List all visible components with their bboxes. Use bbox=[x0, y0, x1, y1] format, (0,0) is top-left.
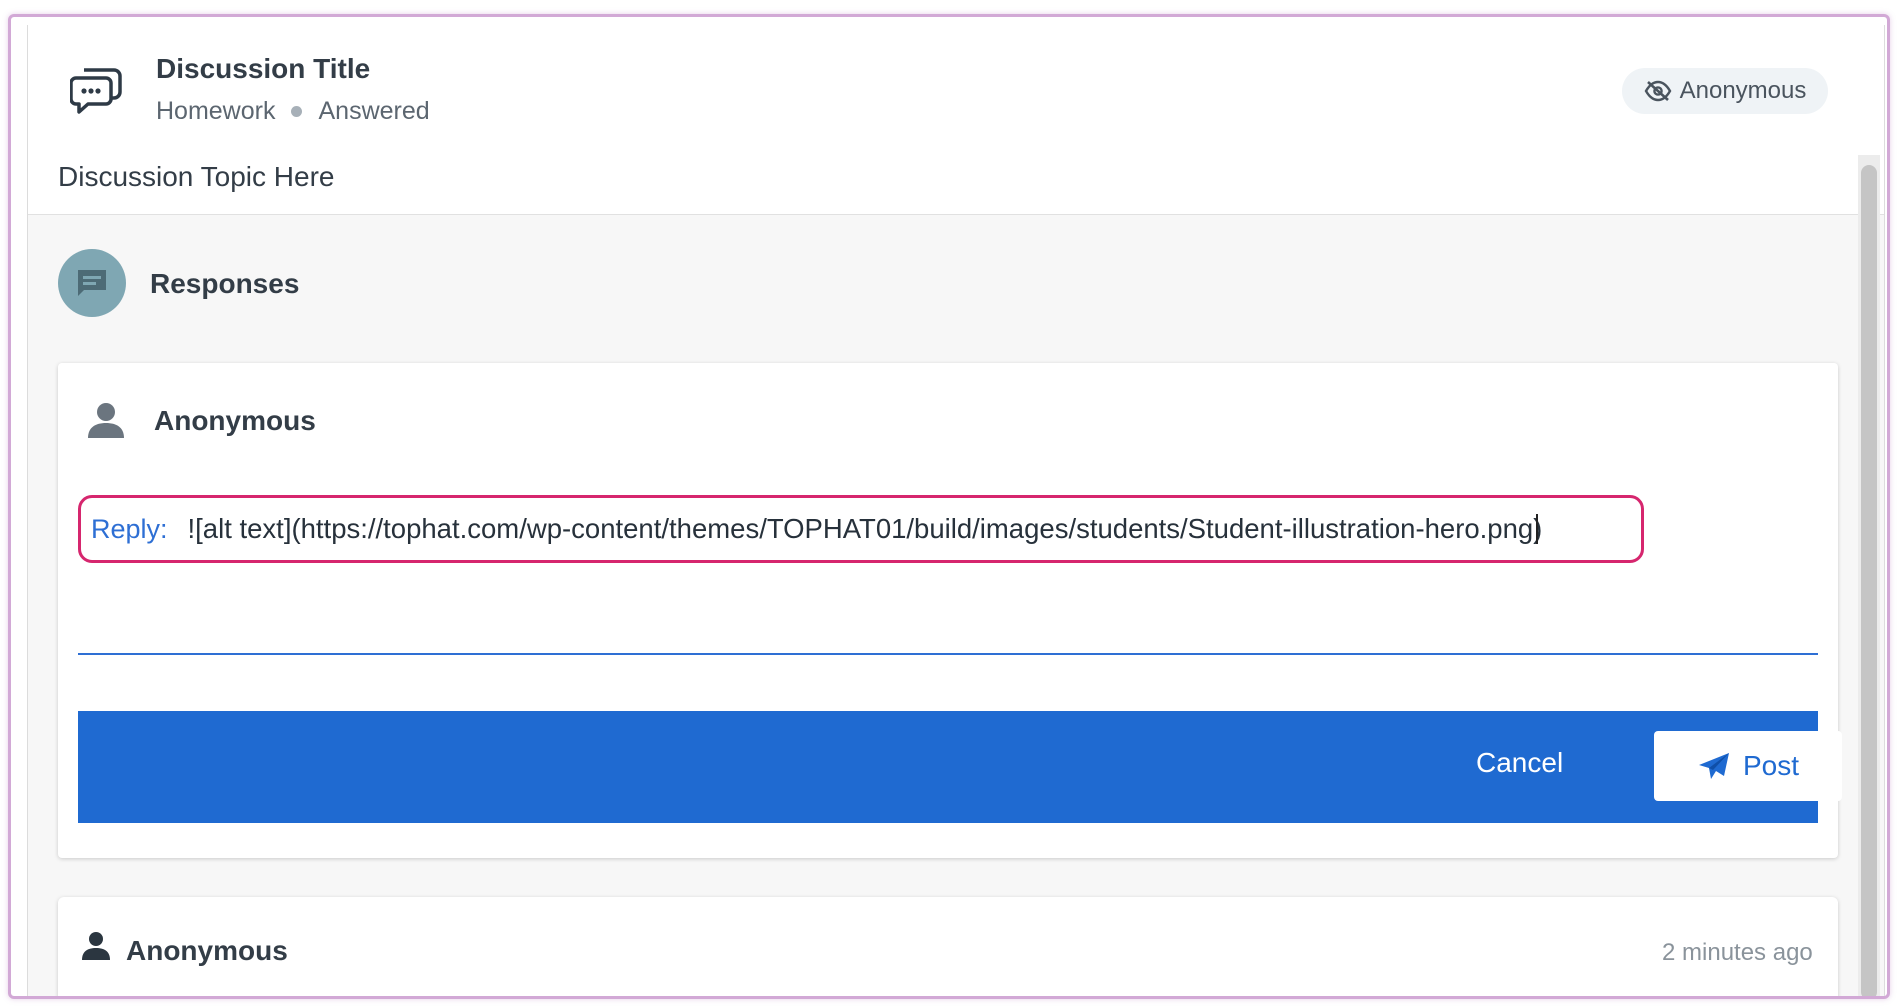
discussion-page: Discussion Title Homework Answered Anony… bbox=[27, 25, 1885, 996]
meta-separator-dot bbox=[291, 106, 303, 117]
eye-slash-icon bbox=[1644, 80, 1672, 102]
response-timestamp: 2 minutes ago bbox=[1662, 939, 1813, 966]
response-item: Anonymous 2 minutes ago bbox=[58, 897, 1838, 996]
reply-input-highlight[interactable]: Reply: ![alt text](https://tophat.com/wp… bbox=[78, 495, 1644, 563]
user-icon bbox=[88, 403, 124, 438]
discussion-chat-icon bbox=[70, 68, 122, 114]
text-caret bbox=[1536, 514, 1539, 544]
reply-text-input[interactable]: ![alt text](https://tophat.com/wp-conten… bbox=[188, 513, 1543, 545]
send-icon bbox=[1698, 753, 1729, 779]
reply-label: Reply: bbox=[91, 513, 168, 544]
discussion-header: Discussion Title Homework Answered Anony… bbox=[28, 25, 1884, 215]
response-author-name: Anonymous bbox=[126, 935, 288, 966]
post-button-label: Post bbox=[1742, 750, 1800, 781]
window-frame: Discussion Title Homework Answered Anony… bbox=[8, 14, 1890, 999]
anonymous-badge-label: Anonymous bbox=[1679, 77, 1807, 104]
reply-card: Anonymous Reply: ![alt text](https://top… bbox=[58, 363, 1842, 858]
reply-author-name: Anonymous bbox=[154, 405, 316, 436]
discussion-title: Discussion Title bbox=[156, 53, 371, 84]
meta-status: Answered bbox=[318, 97, 430, 125]
reply-input-underline bbox=[78, 653, 1818, 655]
responses-avatar bbox=[58, 249, 126, 317]
reply-action-bar: Cancel Post bbox=[78, 711, 1842, 823]
comment-icon bbox=[78, 270, 106, 296]
discussion-meta: Homework Answered bbox=[156, 97, 430, 126]
responses-title: Responses bbox=[150, 268, 300, 299]
post-button[interactable]: Post bbox=[1654, 731, 1842, 801]
discussion-topic: Discussion Topic Here bbox=[58, 161, 335, 192]
meta-category: Homework bbox=[156, 97, 276, 125]
scrollbar-thumb[interactable] bbox=[1861, 165, 1877, 996]
vertical-scrollbar[interactable] bbox=[1858, 155, 1880, 996]
user-icon bbox=[82, 932, 110, 960]
anonymous-badge[interactable]: Anonymous bbox=[1622, 68, 1828, 114]
cancel-button[interactable]: Cancel bbox=[1476, 747, 1563, 779]
